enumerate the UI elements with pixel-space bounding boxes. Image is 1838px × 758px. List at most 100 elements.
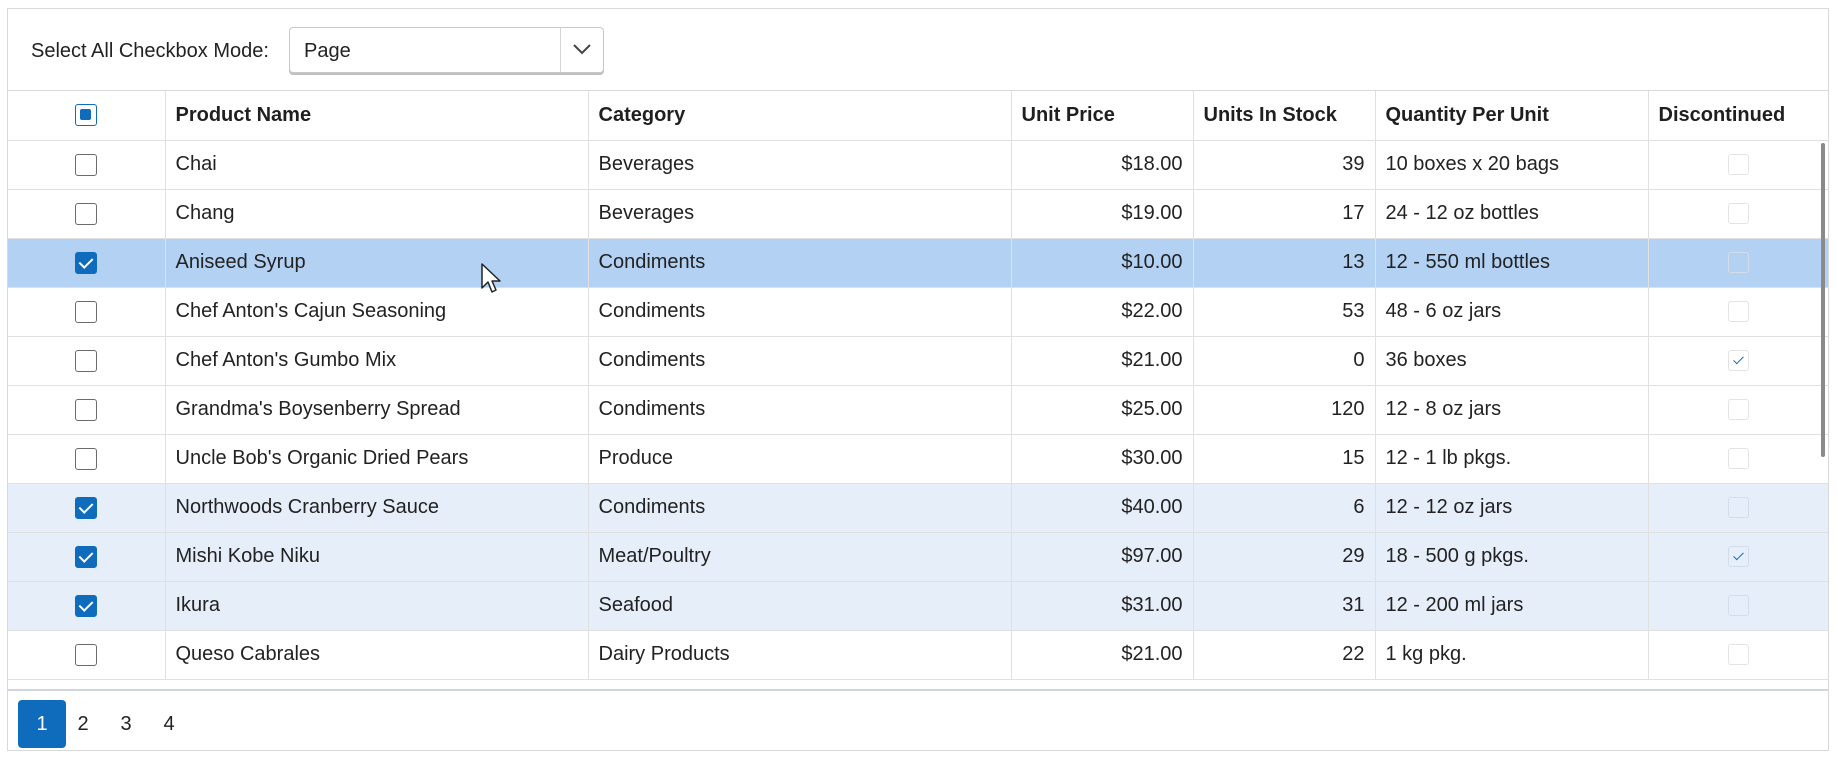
row-select-checkbox[interactable] [75,496,98,519]
units-in-stock-cell[interactable]: 6 [1193,483,1376,533]
product-name-cell[interactable]: Queso Cabrales [165,630,589,680]
unit-price-cell[interactable]: $30.00 [1011,434,1194,484]
units-in-stock-cell[interactable]: 120 [1193,385,1376,435]
units-in-stock-cell[interactable]: 22 [1193,630,1376,680]
table-row[interactable]: Chang Beverages $19.00 17 24 - 12 oz bottles [8,189,1828,239]
column-header-category[interactable]: Category [588,91,1012,141]
header-row: Product Name Category Unit Price Units I… [8,91,1828,141]
category-cell[interactable]: Beverages [588,140,1012,190]
table-row[interactable]: Mishi Kobe Niku Meat/Poultry $97.00 29 18 - … [8,532,1828,582]
discontinued-cell [1648,630,1828,680]
product-name-cell[interactable]: Chai [165,140,589,190]
category-cell[interactable]: Condiments [588,385,1012,435]
units-in-stock-cell[interactable]: 13 [1193,238,1376,288]
data-grid: Product Name Category Unit Price Units I… [8,90,1828,691]
product-name-cell[interactable]: Chef Anton's Cajun Seasoning [165,287,589,337]
units-in-stock-cell[interactable]: 0 [1193,336,1376,386]
unit-price-cell[interactable]: $18.00 [1011,140,1194,190]
row-select-checkbox[interactable] [75,398,98,421]
product-name-cell[interactable]: Grandma's Boysenberry Spread [165,385,589,435]
discontinued-checkbox [1727,497,1749,519]
table-row[interactable]: Chef Anton's Cajun Seasoning Condiments $2… [8,287,1828,337]
column-header-discontinued[interactable]: Discontinued [1648,91,1828,141]
units-in-stock-cell[interactable]: 31 [1193,581,1376,631]
column-header-units-in-stock[interactable]: Units In Stock [1193,91,1376,141]
units-in-stock-cell[interactable]: 17 [1193,189,1376,239]
category-cell[interactable]: Beverages [588,189,1012,239]
quantity-per-unit-cell[interactable]: 1 kg pkg. [1375,630,1649,680]
product-name-cell[interactable]: Northwoods Cranberry Sauce [165,483,589,533]
row-select-checkbox[interactable] [75,300,98,323]
column-header-unit-price[interactable]: Unit Price [1011,91,1194,141]
quantity-per-unit-cell[interactable]: 36 boxes [1375,336,1649,386]
category-cell[interactable]: Condiments [588,483,1012,533]
select-all-checkbox[interactable] [75,104,98,127]
row-select-checkbox[interactable] [75,202,98,225]
column-header-quantity-per-unit[interactable]: Quantity Per Unit [1375,91,1649,141]
units-in-stock-cell[interactable]: 15 [1193,434,1376,484]
category-cell[interactable]: Condiments [588,287,1012,337]
unit-price-cell[interactable]: $31.00 [1011,581,1194,631]
row-select-checkbox[interactable] [75,545,98,568]
product-name-cell[interactable]: Uncle Bob's Organic Dried Pears [165,434,589,484]
row-select-checkbox[interactable] [75,251,98,274]
select-all-mode-dropdown[interactable]: Page [289,27,604,73]
category-cell[interactable]: Seafood [588,581,1012,631]
product-name-cell[interactable]: Ikura [165,581,589,631]
unit-price-cell[interactable]: $22.00 [1011,287,1194,337]
page-button-3[interactable]: 3 [102,700,150,748]
category-cell[interactable]: Meat/Poultry [588,532,1012,582]
product-name-cell[interactable]: Mishi Kobe Niku [165,532,589,582]
units-in-stock-cell[interactable]: 53 [1193,287,1376,337]
unit-price-cell[interactable]: $97.00 [1011,532,1194,582]
units-in-stock-cell[interactable]: 29 [1193,532,1376,582]
row-select-checkbox[interactable] [75,153,98,176]
table-row[interactable]: Northwoods Cranberry Sauce Condiments $40.… [8,483,1828,533]
discontinued-checkbox [1727,595,1749,617]
unit-price-cell[interactable]: $21.00 [1011,336,1194,386]
units-in-stock-cell[interactable]: 39 [1193,140,1376,190]
unit-price-cell[interactable]: $19.00 [1011,189,1194,239]
chevron-down-icon[interactable] [571,40,593,58]
vertical-scrollbar[interactable] [1821,143,1825,457]
discontinued-cell [1648,238,1828,288]
quantity-per-unit-cell[interactable]: 12 - 12 oz jars [1375,483,1649,533]
quantity-per-unit-cell[interactable]: 10 boxes x 20 bags [1375,140,1649,190]
unit-price-cell[interactable]: $40.00 [1011,483,1194,533]
table-row[interactable]: Grandma's Boysenberry Spread Condiments $2… [8,385,1828,435]
product-name-cell[interactable]: Chef Anton's Gumbo Mix [165,336,589,386]
table-row[interactable]: Uncle Bob's Organic Dried Pears Produce $3… [8,434,1828,484]
row-select-cell [8,336,166,386]
unit-price-cell[interactable]: $21.00 [1011,630,1194,680]
table-row[interactable]: Aniseed Syrup Condiments $10.00 13 12 - 550 … [8,238,1828,288]
table-row[interactable]: Chef Anton's Gumbo Mix Condiments $21.00 0 3… [8,336,1828,386]
quantity-per-unit-cell[interactable]: 48 - 6 oz jars [1375,287,1649,337]
page-button-4[interactable]: 4 [145,700,193,748]
quantity-per-unit-cell[interactable]: 12 - 550 ml bottles [1375,238,1649,288]
category-cell[interactable]: Condiments [588,238,1012,288]
quantity-per-unit-cell[interactable]: 12 - 1 lb pkgs. [1375,434,1649,484]
category-cell[interactable]: Condiments [588,336,1012,386]
row-select-checkbox[interactable] [75,594,98,617]
category-cell[interactable]: Produce [588,434,1012,484]
quantity-per-unit-cell[interactable]: 12 - 8 oz jars [1375,385,1649,435]
unit-price-cell[interactable]: $10.00 [1011,238,1194,288]
quantity-per-unit-cell[interactable]: 12 - 200 ml jars [1375,581,1649,631]
table-row[interactable]: Chai Beverages $18.00 39 10 boxes x 20 bags [8,140,1828,190]
row-select-checkbox[interactable] [75,643,98,666]
category-cell[interactable]: Dairy Products [588,630,1012,680]
table-row[interactable]: Queso Cabrales Dairy Products $21.00 22 1 kg… [8,630,1828,680]
product-name-cell[interactable]: Chang [165,189,589,239]
product-name-cell[interactable]: Aniseed Syrup [165,238,589,288]
page-button-2[interactable]: 2 [59,700,107,748]
column-header-product-name[interactable]: Product Name [165,91,589,141]
row-select-cell [8,385,166,435]
quantity-per-unit-cell[interactable]: 18 - 500 g pkgs. [1375,532,1649,582]
quantity-per-unit-cell[interactable]: 24 - 12 oz bottles [1375,189,1649,239]
unit-price-cell[interactable]: $25.00 [1011,385,1194,435]
table-row[interactable]: Ikura Seafood $31.00 31 12 - 200 ml jars [8,581,1828,631]
grid-container: Select All Checkbox Mode: Page Product N… [7,8,1829,751]
row-select-checkbox[interactable] [75,447,98,470]
row-select-checkbox[interactable] [75,349,98,372]
discontinued-checkbox [1727,203,1749,225]
